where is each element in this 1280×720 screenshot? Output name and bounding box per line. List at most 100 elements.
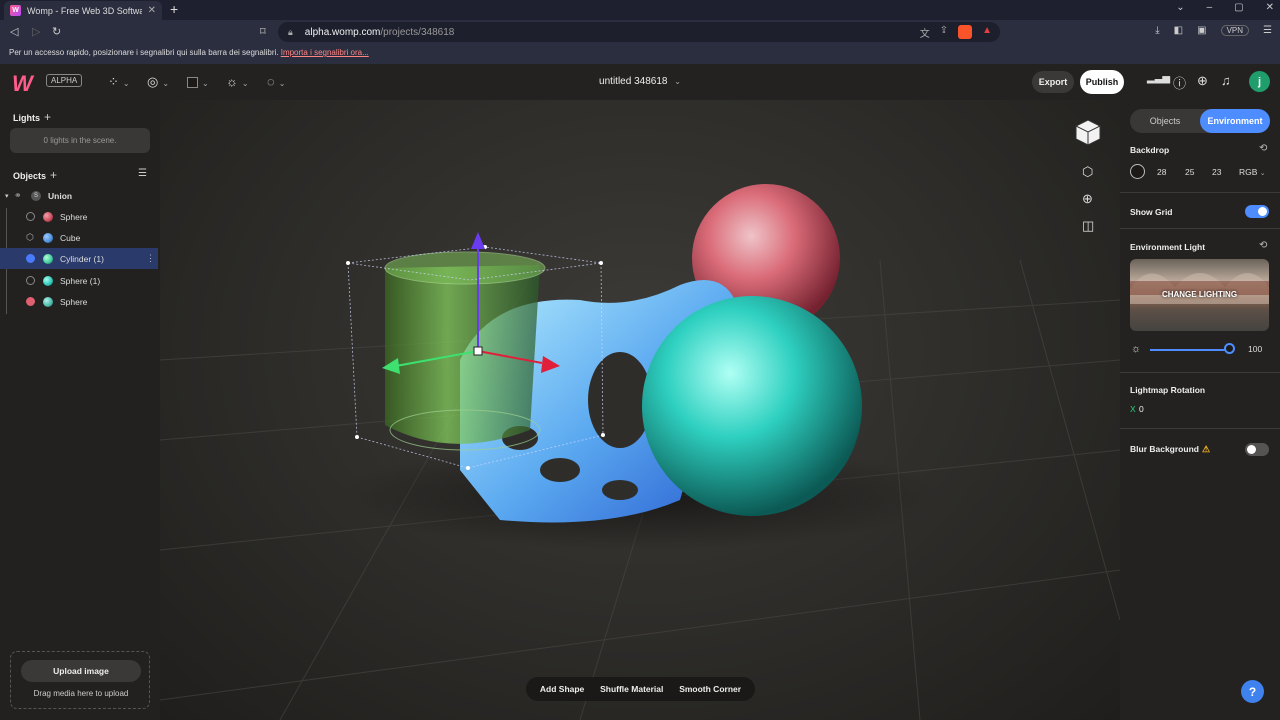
union-icon: ⚭: [14, 190, 22, 200]
rotation-x-value[interactable]: 0: [1139, 404, 1144, 414]
focus-target-icon[interactable]: ⊕: [1082, 191, 1093, 207]
help-circle-icon[interactable]: ⓘ: [1173, 73, 1186, 92]
reset-lighting-icon[interactable]: ⟲: [1259, 240, 1267, 251]
share-icon[interactable]: ⇪: [940, 25, 948, 40]
sidebar-icon[interactable]: ◧: [1174, 25, 1183, 36]
backdrop-title: Backdrop: [1130, 145, 1170, 155]
divider: [1120, 192, 1280, 193]
new-tab-button[interactable]: +: [170, 1, 178, 17]
lights-section-title: Lights +: [13, 110, 51, 124]
environment-thumbnail[interactable]: CHANGE LIGHTING: [1130, 259, 1269, 331]
lock-icon: 🔒︎: [288, 26, 293, 37]
bookmark-bar: Per un accesso rapido, posizionare i seg…: [0, 44, 1280, 64]
address-bar-row: ◁ ▷ ↻ ⌑ 🔒︎ alpha.womp.com/projects/34861…: [0, 20, 1280, 44]
teal-sphere[interactable]: [642, 296, 862, 516]
add-shape-button[interactable]: Add Shape: [540, 684, 584, 694]
intensity-slider-track[interactable]: [1150, 349, 1230, 351]
reload-icon[interactable]: ↻: [52, 25, 61, 38]
download-circle-icon[interactable]: ⊕: [1197, 73, 1208, 89]
backdrop-color-swatch[interactable]: [1130, 164, 1145, 179]
tree-row-union[interactable]: ▾ ⚭ S Union: [0, 185, 158, 206]
tab-environment[interactable]: Environment: [1200, 109, 1270, 133]
cube-icon: ⬡: [26, 232, 34, 242]
color-mode-select[interactable]: RGB ⌄: [1239, 167, 1266, 177]
view-cube-icon[interactable]: [1073, 117, 1103, 147]
panel-tabs: Objects Environment: [1130, 109, 1270, 133]
color-mode-value: RGB: [1239, 167, 1258, 177]
brave-shield-icon[interactable]: [958, 25, 973, 39]
backdrop-r-value[interactable]: 28: [1157, 167, 1166, 177]
intensity-slider-handle[interactable]: [1224, 343, 1235, 354]
show-grid-toggle[interactable]: [1245, 205, 1269, 218]
drag-handle-icon[interactable]: ⋮: [146, 253, 155, 264]
visibility-radio[interactable]: [26, 212, 35, 221]
add-object-icon[interactable]: +: [50, 168, 57, 182]
bell-icon[interactable]: ♫: [1221, 73, 1231, 88]
add-light-icon[interactable]: +: [44, 110, 51, 124]
rewards-icon[interactable]: ▲: [982, 25, 992, 40]
upload-image-button[interactable]: Upload image: [21, 660, 141, 682]
toggle-knob: [1258, 207, 1267, 216]
material-swatch-icon: [43, 253, 53, 264]
tree-row-label: Sphere: [60, 296, 88, 307]
minimize-icon[interactable]: –: [1207, 2, 1213, 13]
blur-background-title: Blur Background ⚠: [1130, 444, 1210, 455]
upload-dropzone[interactable]: Upload image Drag media here to upload: [10, 651, 150, 709]
visibility-radio[interactable]: [26, 276, 35, 285]
material-swatch-icon: [43, 275, 53, 286]
selected-check-icon[interactable]: [26, 254, 35, 263]
bookmark-icon[interactable]: ⌑: [260, 25, 266, 38]
vpn-button[interactable]: VPN: [1220, 25, 1250, 36]
tree-row-cube[interactable]: ⬡ Cube: [0, 227, 158, 248]
layers-icon[interactable]: ☰: [138, 168, 147, 179]
split-view-icon[interactable]: ◫: [1082, 218, 1094, 234]
toggle-knob: [1247, 445, 1256, 454]
blur-background-toggle[interactable]: [1245, 443, 1269, 456]
forward-icon[interactable]: ▷: [32, 25, 40, 38]
subtract-icon[interactable]: [26, 297, 35, 306]
expand-caret-icon[interactable]: ▾: [5, 192, 9, 200]
reset-backdrop-icon[interactable]: ⟲: [1259, 143, 1267, 154]
tab-list-icon[interactable]: ⌄: [1176, 2, 1184, 13]
back-icon[interactable]: ◁: [10, 25, 18, 38]
3d-viewport[interactable]: ⬡ ⊕ ◫ Add Shape Shuffle Material Smooth …: [160, 100, 1120, 720]
environment-light-title: Environment Light: [1130, 242, 1206, 252]
bottom-toolbar: Add Shape Shuffle Material Smooth Corner: [526, 677, 755, 701]
menu-icon[interactable]: ☰: [1263, 25, 1272, 36]
tree-row-cylinder[interactable]: Cylinder (1) ⋮: [0, 248, 158, 269]
divider: [1120, 372, 1280, 373]
tree-row-sphere-2[interactable]: Sphere: [0, 291, 158, 312]
browser-tab-bar: W Womp - Free Web 3D Software ✕ + ⌄ – ▢ …: [0, 0, 1280, 20]
translate-icon[interactable]: 文: [920, 25, 930, 40]
rotation-axis-label: X: [1130, 404, 1136, 414]
browser-tab[interactable]: W Womp - Free Web 3D Software ✕: [4, 1, 162, 20]
chevron-down-icon: ⌄: [1259, 170, 1266, 177]
close-window-icon[interactable]: ✕: [1266, 2, 1274, 13]
tree-row-sphere[interactable]: Sphere: [0, 206, 158, 227]
avatar[interactable]: j: [1249, 71, 1270, 92]
tab-objects[interactable]: Objects: [1130, 109, 1200, 133]
url-field[interactable]: 🔒︎ alpha.womp.com/projects/348618 文 ⇪ ▲: [278, 22, 1000, 42]
import-bookmarks-link[interactable]: Importa i segnalibri ora...: [281, 48, 369, 57]
shuffle-material-button[interactable]: Shuffle Material: [600, 684, 663, 694]
divider: [1120, 428, 1280, 429]
signal-icon[interactable]: ▂▃▅: [1147, 73, 1170, 84]
download-icon[interactable]: ⤓: [1155, 25, 1159, 36]
backdrop-b-value[interactable]: 23: [1212, 167, 1221, 177]
project-title-text: untitled 348618: [599, 76, 668, 87]
brightness-icon: ☼: [1131, 343, 1142, 355]
smooth-corner-button[interactable]: Smooth Corner: [679, 684, 741, 694]
publish-button[interactable]: Publish: [1080, 70, 1124, 94]
divider: [1120, 228, 1280, 229]
close-tab-icon[interactable]: ✕: [148, 5, 156, 16]
wallet-icon[interactable]: ▣: [1197, 25, 1206, 36]
change-lighting-button[interactable]: CHANGE LIGHTING: [1130, 290, 1269, 299]
help-button[interactable]: ?: [1241, 680, 1264, 703]
tab-title: Womp - Free Web 3D Software: [27, 5, 142, 16]
intensity-value[interactable]: 100: [1248, 344, 1262, 354]
maximize-icon[interactable]: ▢: [1234, 2, 1243, 13]
backdrop-g-value[interactable]: 25: [1185, 167, 1194, 177]
tree-row-sphere-1[interactable]: Sphere (1): [0, 270, 158, 291]
export-button[interactable]: Export: [1032, 71, 1074, 93]
perspective-cube-icon[interactable]: ⬡: [1082, 164, 1093, 180]
